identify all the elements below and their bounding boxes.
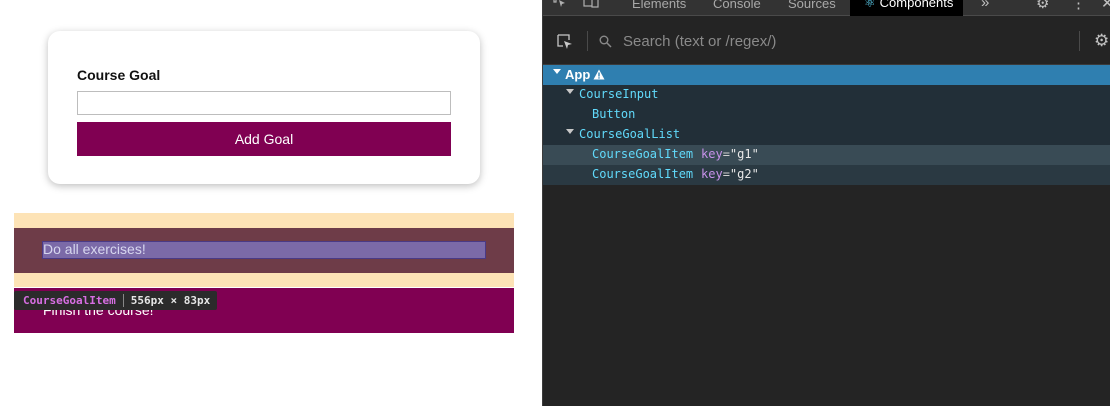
key-value: "g1"	[729, 147, 759, 161]
tree-row-button[interactable]: Button	[543, 105, 1110, 125]
component-name: Button	[592, 107, 636, 121]
tab-sources[interactable]: Sources	[788, 0, 836, 11]
tooltip-component-name: CourseGoalItem	[23, 294, 116, 307]
tooltip-size: 556px × 83px	[130, 294, 211, 307]
component-key: key="g2"	[701, 167, 759, 181]
device-toolbar-icon[interactable]	[583, 0, 599, 8]
tree-row-coursegoalitem-g2[interactable]: CourseGoalItem key="g2"	[543, 165, 1110, 185]
search-divider-right	[1079, 31, 1080, 51]
goal-item-text: Do all exercises!	[43, 241, 146, 257]
settings-icon[interactable]: ⚙	[1036, 0, 1049, 12]
key-equals: =	[722, 167, 730, 181]
tab-elements[interactable]: Elements	[632, 0, 686, 11]
course-goal-input[interactable]	[77, 91, 451, 115]
close-icon[interactable]: ✕	[1101, 0, 1110, 12]
component-name: CourseInput	[579, 87, 659, 101]
component-tree: App CourseInput Button CourseGoalList Co…	[543, 65, 1110, 185]
inspect-tooltip: CourseGoalItem 556px × 83px	[14, 291, 218, 310]
devtools-panel: Elements Console Sources ⚛ Components » ⚙…	[542, 0, 1110, 406]
app-viewport: Course Goal Add Goal Do all exercises! F…	[0, 0, 542, 406]
collapse-caret-icon[interactable]	[553, 69, 561, 74]
search-divider	[587, 31, 588, 51]
tab-console[interactable]: Console	[713, 0, 761, 11]
tree-row-courseinput[interactable]: CourseInput	[543, 85, 1110, 105]
tree-row-app[interactable]: App	[543, 65, 1110, 85]
tab-components[interactable]: ⚛ Components	[850, 0, 964, 16]
key-value: "g2"	[729, 167, 759, 181]
component-search-input[interactable]: Search (text or /regex/)	[623, 33, 776, 50]
tree-row-coursegoalitem-g1[interactable]: CourseGoalItem key="g1"	[543, 145, 1110, 165]
collapse-caret-icon[interactable]	[566, 129, 574, 134]
inspect-element-icon[interactable]	[553, 0, 567, 8]
devtools-tabbar: Elements Console Sources ⚛ Components » ⚙…	[543, 0, 1110, 16]
collapse-caret-icon[interactable]	[566, 89, 574, 94]
goal-form-card: Course Goal Add Goal	[48, 31, 480, 184]
course-goal-label: Course Goal	[77, 67, 161, 83]
component-key: key="g1"	[701, 147, 759, 161]
search-icon	[599, 35, 612, 53]
component-name: CourseGoalItem	[592, 167, 694, 181]
react-icon: ⚛	[864, 0, 876, 10]
component-name: CourseGoalItem	[592, 147, 694, 161]
key-label: key	[701, 167, 723, 181]
goal-item[interactable]: Do all exercises!	[14, 228, 514, 273]
add-goal-button[interactable]: Add Goal	[77, 122, 451, 156]
select-component-icon[interactable]	[557, 34, 574, 56]
key-label: key	[701, 147, 723, 161]
component-search-bar: Search (text or /regex/) ⚙	[543, 16, 1110, 65]
more-options-icon[interactable]: ⋮	[1071, 0, 1086, 12]
settings-icon[interactable]: ⚙	[1094, 31, 1109, 51]
more-tabs-button[interactable]: »	[981, 0, 989, 11]
component-name: App	[565, 67, 591, 82]
tooltip-divider	[122, 294, 124, 307]
goal-list: Do all exercises! Finish the course!	[14, 213, 514, 333]
tab-components-label: Components	[879, 0, 954, 10]
key-equals: =	[722, 147, 730, 161]
component-name: CourseGoalList	[579, 127, 681, 141]
warning-icon	[593, 69, 605, 80]
tree-row-coursegoallist[interactable]: CourseGoalList	[543, 125, 1110, 145]
